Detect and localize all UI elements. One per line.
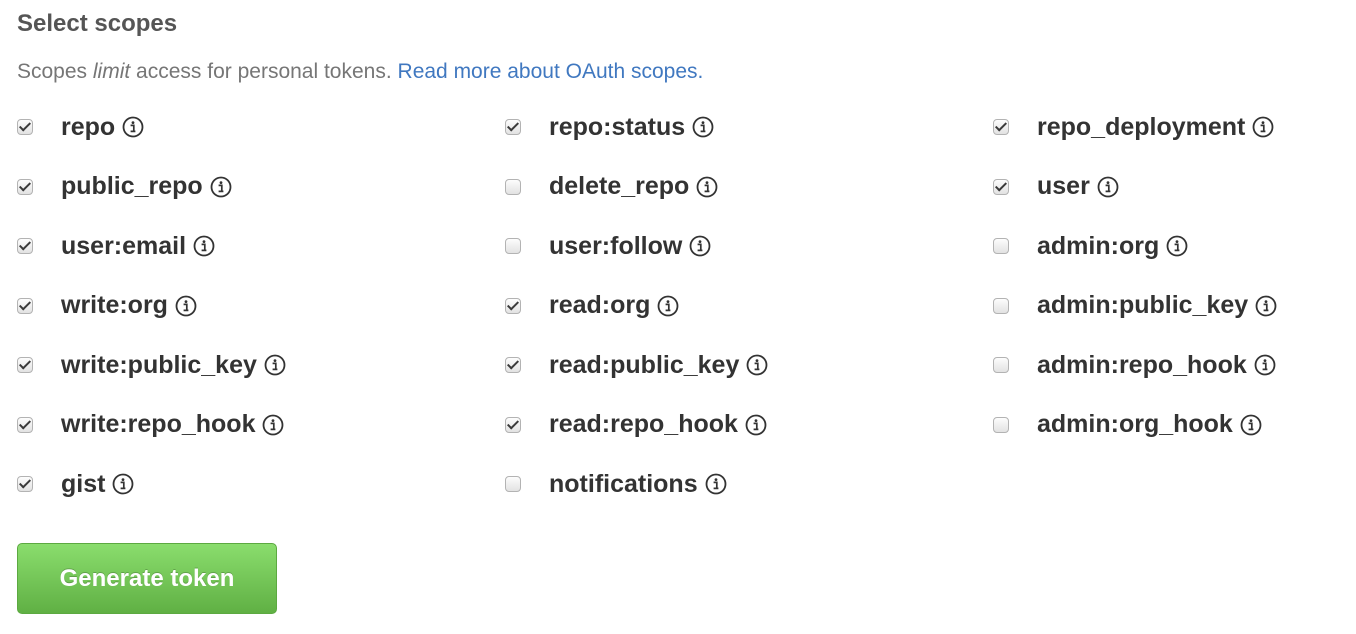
scope-option[interactable]: read:public_key	[505, 343, 993, 387]
info-icon[interactable]	[1166, 235, 1188, 257]
scope-checkbox[interactable]	[505, 357, 521, 373]
scope-name: public_repo	[61, 172, 203, 200]
info-icon[interactable]	[122, 116, 144, 138]
description-emphasis: limit	[92, 60, 131, 83]
scope-name: write:public_key	[61, 350, 257, 379]
scope-name: delete_repo	[549, 172, 690, 200]
oauth-scopes-link[interactable]: Read more about OAuth scopes.	[398, 60, 704, 83]
scope-checkbox[interactable]	[505, 297, 521, 314]
info-icon[interactable]	[1097, 176, 1119, 198]
scope-checkbox[interactable]	[505, 178, 521, 195]
scope-option[interactable]: public_repo	[17, 165, 505, 209]
scope-checkbox[interactable]	[17, 119, 33, 135]
scope-checkbox[interactable]	[993, 119, 1009, 135]
info-icon[interactable]	[657, 295, 679, 317]
scope-name: notifications	[549, 469, 698, 498]
scope-name: repo_deployment	[1037, 112, 1246, 141]
generate-token-button[interactable]: Generate token	[17, 543, 277, 614]
scope-name: admin:org	[1037, 231, 1160, 260]
info-icon[interactable]	[745, 414, 767, 436]
select-scopes-panel: Select scopes Scopes limit access for pe…	[0, 0, 1356, 634]
scope-option[interactable]: user:email	[17, 224, 505, 268]
scope-checkbox[interactable]	[505, 238, 521, 254]
scope-checkbox[interactable]	[17, 178, 33, 195]
scope-name: read:repo_hook	[549, 410, 738, 438]
info-icon[interactable]	[692, 116, 714, 138]
info-icon[interactable]	[689, 235, 711, 257]
scope-option[interactable]: admin:org	[993, 224, 1333, 268]
scope-option[interactable]: write:repo_hook	[17, 403, 505, 447]
description-suffix: access for personal tokens.	[130, 60, 398, 83]
scope-checkbox[interactable]	[505, 119, 521, 135]
scope-checkbox[interactable]	[993, 416, 1009, 433]
scope-checkbox[interactable]	[993, 297, 1009, 314]
scope-option[interactable]: repo:status	[505, 105, 993, 149]
scope-name: repo	[61, 112, 116, 141]
info-icon[interactable]	[264, 354, 286, 376]
scope-checkbox[interactable]	[17, 476, 33, 492]
scope-name: user:follow	[549, 231, 683, 260]
scope-name: admin:public_key	[1037, 291, 1249, 319]
scope-name: read:public_key	[549, 350, 740, 379]
scope-option[interactable]: user	[993, 165, 1333, 209]
scope-option[interactable]: admin:org_hook	[993, 403, 1333, 447]
info-icon[interactable]	[746, 354, 768, 376]
scope-option[interactable]: read:org	[505, 284, 993, 328]
scope-option[interactable]: admin:public_key	[993, 284, 1333, 328]
info-icon[interactable]	[112, 473, 134, 495]
scope-name: read:org	[549, 291, 651, 319]
scope-name: write:org	[61, 291, 168, 319]
scope-name: admin:org_hook	[1037, 410, 1233, 438]
info-icon[interactable]	[1240, 414, 1262, 436]
info-icon[interactable]	[696, 176, 718, 198]
scope-name: write:repo_hook	[61, 410, 256, 438]
scope-option[interactable]: gist	[17, 462, 505, 506]
info-icon[interactable]	[210, 176, 232, 198]
info-icon[interactable]	[175, 295, 197, 317]
info-icon[interactable]	[705, 473, 727, 495]
scope-checkbox[interactable]	[17, 416, 33, 433]
scope-checkbox[interactable]	[17, 238, 33, 254]
scope-option[interactable]: delete_repo	[505, 165, 993, 209]
scope-name: admin:repo_hook	[1037, 350, 1247, 379]
scope-checkbox[interactable]	[993, 238, 1009, 254]
scope-checkbox[interactable]	[505, 476, 521, 492]
scope-checkbox[interactable]	[17, 357, 33, 373]
scope-option[interactable]: write:public_key	[17, 343, 505, 387]
scope-list: repo repo:status repo_deployment public_rep…	[17, 105, 1333, 522]
scope-option[interactable]: write:org	[17, 284, 505, 328]
scope-option[interactable]: read:repo_hook	[505, 403, 993, 447]
scope-option[interactable]: repo_deployment	[993, 105, 1333, 149]
info-icon[interactable]	[193, 235, 215, 257]
info-icon[interactable]	[262, 414, 284, 436]
scope-checkbox[interactable]	[17, 297, 33, 314]
scope-checkbox[interactable]	[505, 416, 521, 433]
scope-option[interactable]: notifications	[505, 462, 993, 506]
description-prefix: Scopes	[17, 60, 93, 83]
info-icon[interactable]	[1255, 295, 1277, 317]
scope-name: user	[1037, 172, 1090, 200]
scope-checkbox[interactable]	[993, 357, 1009, 373]
section-heading: Select scopes	[17, 10, 178, 37]
scope-option[interactable]: user:follow	[505, 224, 993, 268]
scope-option[interactable]: admin:repo_hook	[993, 343, 1333, 387]
info-icon[interactable]	[1252, 116, 1274, 138]
info-icon[interactable]	[1254, 354, 1276, 376]
scope-checkbox[interactable]	[993, 178, 1009, 195]
scope-name: user:email	[61, 231, 187, 260]
scope-name: gist	[61, 469, 106, 498]
scope-option[interactable]: repo	[17, 105, 505, 149]
scopes-description: Scopes limit access for personal tokens.…	[17, 60, 703, 84]
scope-name: repo:status	[549, 112, 686, 141]
